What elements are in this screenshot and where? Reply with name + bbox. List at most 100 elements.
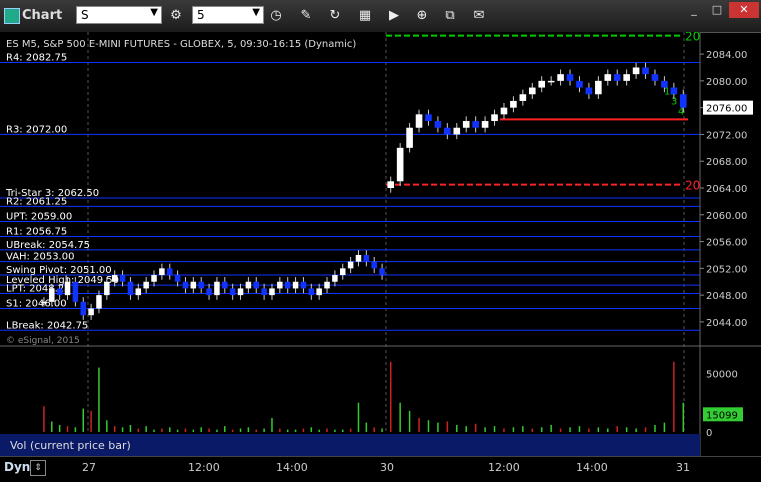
chart-app-icon — [4, 8, 20, 24]
candle-body — [292, 281, 299, 289]
chevron-down-icon[interactable]: ▼ — [150, 7, 158, 18]
candle-body — [88, 308, 94, 316]
scale-icon[interactable]: ⇕ — [30, 460, 46, 476]
play-icon[interactable]: ▶ — [384, 7, 404, 25]
time-tick-label: 14:00 — [276, 461, 308, 474]
price-tick-label: 2056.00 — [706, 238, 747, 249]
candle-body — [284, 281, 291, 289]
candle-body — [679, 94, 687, 108]
candle-body — [547, 80, 555, 83]
candle-body — [261, 288, 267, 296]
symbol-field[interactable]: S ▼ — [76, 6, 162, 24]
chat-icon[interactable]: ✉ — [469, 7, 489, 25]
level-label: UBreak: 2054.75 — [6, 240, 90, 251]
candle-body — [595, 80, 602, 95]
candle-body — [143, 281, 149, 289]
chevron-down-icon[interactable]: ▼ — [252, 7, 260, 18]
candle-body — [159, 268, 165, 276]
candle-body — [632, 67, 640, 75]
link-icon[interactable]: ⧉ — [440, 7, 460, 25]
candle-body — [119, 275, 126, 282]
price-tick-label: 2060.00 — [706, 211, 747, 222]
candle-body — [135, 288, 142, 296]
candle-body — [379, 268, 385, 276]
pencil-icon[interactable]: ✎ — [296, 7, 316, 25]
candle-body — [453, 127, 461, 135]
candle-body — [670, 87, 678, 95]
candle-body — [519, 94, 527, 101]
candle-body — [491, 114, 498, 122]
crosshair-icon[interactable]: ⊕ — [412, 7, 432, 25]
price-tick-label: 2052.00 — [706, 264, 747, 275]
candle-body — [415, 114, 423, 128]
level-label: VAH: 2053.00 — [6, 252, 74, 263]
candle-body — [206, 288, 212, 296]
candle-body — [237, 288, 244, 296]
candle-body — [166, 268, 173, 276]
candle-body — [371, 261, 377, 269]
level-label: R3: 2072.00 — [6, 124, 67, 135]
clock-icon[interactable]: ◷ — [266, 7, 286, 25]
volume-current-label: 15099 — [706, 410, 738, 421]
title-bar: Chart S ▼ ⚙ 5 ▼ ◷ ✎ ↻ ▦ ▶ ⊕ ⧉ ✉ _ □ ✕ — [0, 0, 761, 33]
candle-body — [277, 281, 283, 289]
time-axis-bar: Dyn ⇕ 27 12:00 14:00 30 12:00 14:00 31 — [0, 456, 761, 482]
candle-body — [557, 74, 564, 81]
time-tick-label: 14:00 — [576, 461, 608, 474]
price-tick-label: 2084.00 — [706, 50, 747, 61]
time-tick-label: 12:00 — [488, 461, 520, 474]
candle-body — [111, 275, 118, 282]
candle-body — [198, 281, 204, 289]
close-button[interactable]: ✕ — [729, 2, 759, 18]
candle-body — [222, 281, 228, 289]
candle-body — [406, 127, 413, 148]
candle-body — [127, 281, 134, 296]
candle-body — [182, 281, 189, 289]
mode-label[interactable]: Dyn — [4, 460, 30, 474]
candle-body — [363, 254, 370, 262]
candle-body — [339, 268, 346, 276]
candle-body — [355, 254, 362, 262]
candle-body — [49, 288, 55, 302]
volume-tick-label: 50000 — [706, 369, 738, 380]
candle-body — [434, 121, 442, 128]
candle-body — [642, 67, 649, 75]
candle-body — [444, 127, 451, 135]
price-chart[interactable]: R4: 2082.75R3: 2072.00Tri-Star 3: 2062.5… — [0, 32, 761, 456]
level-label: S1: 2046.00 — [6, 299, 67, 310]
chart-title: ES M5, S&P 500 E-MINI FUTURES - GLOBEX, … — [6, 39, 356, 50]
gear-icon[interactable]: ⚙ — [166, 7, 186, 25]
candle-body — [151, 275, 157, 282]
candle-body — [308, 288, 315, 296]
candle-body — [214, 281, 220, 296]
candle-body — [500, 107, 508, 115]
time-tick-label: 30 — [380, 461, 394, 474]
price-tick-label: 2068.00 — [706, 157, 747, 168]
price-tick-label: 2048.00 — [706, 291, 747, 302]
candle-body — [472, 121, 479, 128]
refresh-icon[interactable]: ↻ — [325, 7, 345, 25]
interval-field[interactable]: 5 ▼ — [192, 6, 264, 24]
candle-body — [387, 181, 395, 188]
volume-tick-label: 0 — [706, 428, 712, 439]
time-tick-label: 12:00 — [188, 461, 220, 474]
candle-body — [347, 261, 354, 269]
level-label: LBreak: 2042.75 — [6, 320, 88, 331]
candle-body — [538, 80, 546, 88]
candle-body — [64, 281, 71, 296]
candle-body — [576, 80, 583, 88]
candle-body — [585, 87, 593, 95]
green-target-label: 20 — [685, 32, 700, 44]
candle-body — [41, 301, 47, 304]
candle-body — [462, 121, 470, 128]
volume-pane-label: Vol (current price bar) — [10, 439, 131, 452]
chart-credit: © eSignal, 2015 — [6, 336, 80, 346]
price-tick-label: 2072.00 — [706, 130, 747, 141]
red-target-label: 20 — [685, 179, 700, 193]
minimize-button[interactable]: _ — [683, 2, 705, 18]
maximize-button[interactable]: □ — [706, 2, 728, 18]
price-tick-label: 2064.00 — [706, 184, 747, 195]
level-label: R4: 2082.75 — [6, 52, 67, 63]
candle-body — [613, 74, 621, 81]
template-icon[interactable]: ▦ — [355, 7, 375, 25]
